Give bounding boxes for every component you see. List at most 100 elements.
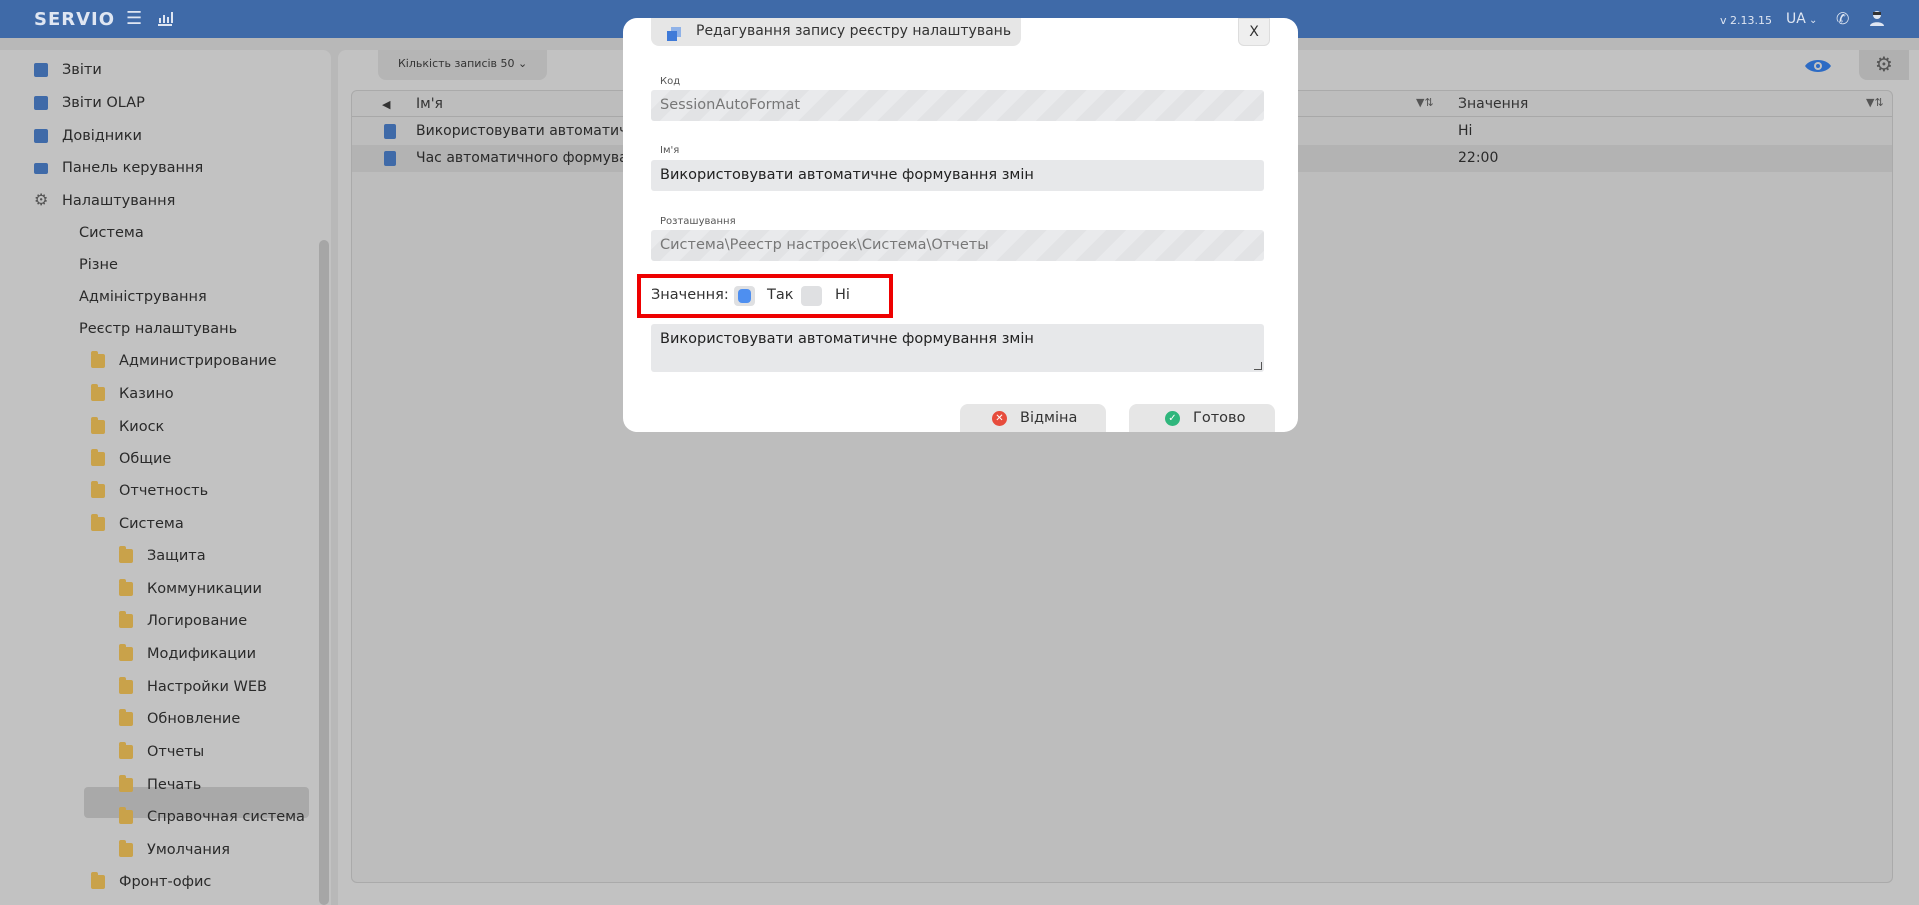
collapse-arrow-icon[interactable]: ◀ bbox=[382, 98, 390, 111]
row-name: Використовувати автоматичн bbox=[416, 123, 637, 139]
column-header-name[interactable]: Ім'я bbox=[416, 96, 443, 112]
sidebar-item-label: Умолчания bbox=[147, 842, 230, 858]
folder-icon bbox=[91, 384, 105, 401]
row-value: 22:00 bbox=[1458, 150, 1499, 166]
folder-icon bbox=[119, 644, 133, 661]
sidebar-item-label: Звіти OLAP bbox=[62, 95, 145, 111]
folder-icon bbox=[119, 742, 133, 759]
folder-icon bbox=[119, 709, 133, 726]
radio-yes-label[interactable]: Так bbox=[767, 287, 794, 303]
sidebar-item-label: Справочная система bbox=[147, 809, 305, 825]
sidebar-item-label: Довідники bbox=[62, 128, 142, 144]
version-label: v 2.13.15 bbox=[1720, 14, 1772, 27]
row-name: Час автоматичного формуван bbox=[416, 150, 637, 166]
sidebar-item-label: Різне bbox=[79, 257, 118, 273]
folder-icon bbox=[119, 677, 133, 694]
folder-icon bbox=[119, 611, 133, 628]
document-icon bbox=[384, 124, 396, 139]
records-count: 50 bbox=[500, 57, 515, 70]
app-logo: SERVIO bbox=[34, 9, 116, 30]
document-icon bbox=[34, 96, 48, 110]
user-avatar-icon[interactable] bbox=[1868, 9, 1886, 32]
close-button[interactable]: X bbox=[1238, 18, 1270, 46]
dialog-title: Редагування запису реєстру налаштувань bbox=[651, 18, 1021, 46]
book-icon bbox=[34, 129, 48, 143]
menu-icon[interactable]: ☰ bbox=[126, 9, 142, 29]
row-value: Ні bbox=[1458, 123, 1473, 139]
cancel-label: Відміна bbox=[1020, 410, 1078, 426]
gear-icon: ⚙ bbox=[1875, 52, 1893, 76]
sidebar-item-label: Налаштування bbox=[62, 193, 176, 209]
radio-no[interactable] bbox=[801, 286, 822, 306]
folder-icon bbox=[119, 579, 133, 596]
sidebar-item-label: Панель керування bbox=[62, 160, 204, 176]
name-field[interactable]: Використовувати автоматичне формування з… bbox=[651, 160, 1264, 191]
sidebar-item-label: Коммуникации bbox=[147, 581, 262, 597]
records-label: Кількість записів bbox=[398, 57, 498, 70]
folder-icon bbox=[91, 514, 105, 531]
edit-registry-dialog: Редагування запису реєстру налаштувань X… bbox=[623, 18, 1298, 432]
name-label: Ім'я bbox=[660, 145, 680, 156]
description-textarea[interactable]: Використовувати автоматичне формування з… bbox=[651, 324, 1264, 372]
folder-icon bbox=[119, 775, 133, 792]
filter-sort-icon[interactable]: ▼⇅ bbox=[1416, 96, 1434, 109]
document-icon bbox=[34, 63, 48, 77]
sidebar-item-label: Казино bbox=[119, 386, 174, 402]
check-icon: ✓ bbox=[1165, 411, 1180, 426]
chart-icon[interactable] bbox=[156, 9, 174, 32]
folder-icon bbox=[91, 872, 105, 889]
document-icon bbox=[384, 151, 396, 166]
value-label: Значення: bbox=[651, 287, 729, 303]
gear-icon: ⚙ bbox=[34, 190, 49, 209]
sidebar-item-label: Общие bbox=[119, 451, 172, 467]
records-per-page-select[interactable]: Кількість записів 50 ⌄ bbox=[378, 50, 548, 80]
sidebar: Звіти Звіти OLAP Довідники Панель керува… bbox=[0, 50, 331, 905]
folder-icon bbox=[91, 417, 105, 434]
filter-sort-icon[interactable]: ▼⇅ bbox=[1866, 96, 1884, 109]
folder-icon bbox=[119, 840, 133, 857]
sidebar-item-label: Настройки WEB bbox=[147, 679, 267, 695]
sidebar-item-label: Киоск bbox=[119, 419, 165, 435]
eye-icon[interactable] bbox=[1804, 58, 1832, 74]
sidebar-item-label: Модификации bbox=[147, 646, 257, 662]
sidebar-item-label: Логирование bbox=[147, 613, 248, 629]
grid-settings-button[interactable]: ⚙ bbox=[1859, 50, 1909, 80]
language-select[interactable]: UA ⌄ bbox=[1786, 11, 1817, 27]
ok-button[interactable]: ✓ Готово bbox=[1129, 404, 1275, 432]
code-label: Код bbox=[660, 76, 681, 87]
resize-handle-icon[interactable] bbox=[1254, 362, 1262, 370]
sidebar-item-label: Администрирование bbox=[119, 353, 277, 369]
column-header-value[interactable]: Значення bbox=[1458, 96, 1528, 112]
sidebar-item-label: Отчетность bbox=[119, 483, 209, 499]
description-text: Використовувати автоматичне формування з… bbox=[660, 331, 1034, 347]
chevron-down-icon: ⌄ bbox=[518, 57, 528, 70]
cancel-x-icon: ✕ bbox=[992, 411, 1007, 426]
sidebar-item-label: Система bbox=[119, 516, 184, 532]
cancel-button[interactable]: ✕ Відміна bbox=[960, 404, 1106, 432]
radio-yes[interactable] bbox=[734, 286, 755, 306]
sidebar-item-label: Адміністрування bbox=[79, 289, 207, 305]
sidebar-item-label: Звіти bbox=[62, 62, 102, 78]
sidebar-item-label: Реєстр налаштувань bbox=[79, 321, 238, 337]
phone-icon[interactable]: ✆ bbox=[1836, 9, 1849, 29]
dialog-title-text: Редагування запису реєстру налаштувань bbox=[696, 23, 1012, 39]
sidebar-item-label: Система bbox=[79, 225, 144, 241]
folder-icon bbox=[91, 481, 105, 498]
copy-icon bbox=[667, 24, 681, 41]
ok-label: Готово bbox=[1193, 410, 1246, 426]
code-field: SessionAutoFormat bbox=[651, 90, 1264, 121]
sidebar-item-label: Печать bbox=[147, 777, 202, 793]
language-value: UA bbox=[1786, 11, 1806, 27]
folder-icon bbox=[91, 449, 105, 466]
sidebar-item-label: Фронт-офис bbox=[119, 874, 212, 890]
sidebar-scrollbar[interactable] bbox=[319, 240, 329, 905]
chevron-down-icon: ⌄ bbox=[1805, 15, 1818, 26]
location-field: Система\Реестр настроек\Система\Отчеты bbox=[651, 230, 1264, 261]
dashboard-icon bbox=[34, 163, 48, 174]
folder-icon bbox=[119, 546, 133, 563]
folder-icon bbox=[91, 351, 105, 368]
sidebar-item-label: Обновление bbox=[147, 711, 241, 727]
radio-no-label[interactable]: Ні bbox=[835, 287, 850, 303]
sidebar-item-label: Защита bbox=[147, 548, 206, 564]
location-label: Розташування bbox=[660, 216, 736, 227]
